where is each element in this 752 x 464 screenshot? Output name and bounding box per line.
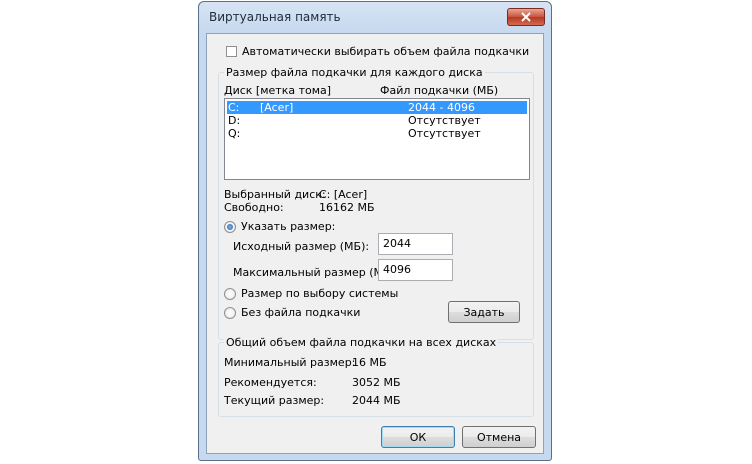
- drive-letter: Q:: [228, 127, 241, 140]
- drive-pagefile-size: 2044 - 4096: [408, 101, 475, 114]
- custom-size-label[interactable]: Указать размер:: [241, 220, 335, 233]
- max-size-label: Максимальный размер (МБ):: [233, 266, 399, 279]
- initial-size-input[interactable]: 2044: [378, 233, 453, 255]
- drive-list[interactable]: C: [Acer] 2044 - 4096 D: Отсутствует Q: …: [224, 98, 530, 180]
- per-drive-group-label: Размер файла подкачки для каждого диска: [224, 66, 485, 79]
- initial-size-label: Исходный размер (МБ):: [233, 240, 370, 253]
- current-size-label: Текущий размер:: [224, 394, 325, 407]
- max-size-input[interactable]: 4096: [378, 259, 453, 281]
- close-button[interactable]: [507, 8, 545, 26]
- min-size-label: Минимальный размер:: [224, 356, 356, 369]
- dialog-client-area: Автоматически выбирать объем файла подка…: [206, 33, 544, 454]
- selected-disk-label: Выбранный диск:: [224, 188, 326, 201]
- auto-manage-checkbox[interactable]: [226, 46, 237, 57]
- free-space-value: 16162 МБ: [319, 201, 375, 214]
- no-paging-file-label[interactable]: Без файла подкачки: [241, 306, 360, 319]
- selected-disk-value: C: [Acer]: [319, 188, 368, 201]
- cancel-button[interactable]: Отмена: [462, 426, 536, 448]
- drive-row-c[interactable]: C: [Acer] 2044 - 4096: [227, 101, 527, 114]
- close-icon: [521, 12, 531, 22]
- drive-letter: C:: [228, 101, 240, 114]
- set-button[interactable]: Задать: [448, 301, 520, 323]
- system-managed-label[interactable]: Размер по выбору системы: [241, 287, 398, 300]
- system-managed-radio[interactable]: [224, 288, 236, 300]
- totals-group: Общий объем файла подкачки на всех диска…: [218, 336, 534, 417]
- recommended-label: Рекомендуется:: [224, 376, 317, 389]
- min-size-value: 16 МБ: [352, 356, 387, 369]
- window-title: Виртуальная память: [209, 10, 341, 24]
- free-space-label: Свободно:: [224, 201, 284, 214]
- drive-row-q[interactable]: Q: Отсутствует: [227, 127, 527, 140]
- drive-row-d[interactable]: D: Отсутствует: [227, 114, 527, 127]
- drive-pagefile-size: Отсутствует: [408, 127, 481, 140]
- virtual-memory-dialog: Виртуальная память Автоматически выбират…: [198, 1, 552, 461]
- column-header-drive: Диск [метка тома]: [224, 84, 332, 97]
- no-paging-file-radio[interactable]: [224, 307, 236, 319]
- totals-group-label: Общий объем файла подкачки на всех диска…: [224, 336, 499, 349]
- per-drive-group: Размер файла подкачки для каждого диска …: [218, 66, 534, 340]
- drive-pagefile-size: Отсутствует: [408, 114, 481, 127]
- current-size-value: 2044 МБ: [352, 394, 401, 407]
- column-header-size: Файл подкачки (МБ): [380, 84, 499, 97]
- custom-size-radio[interactable]: [224, 221, 236, 233]
- drive-letter: D:: [228, 114, 241, 127]
- ok-button[interactable]: ОК: [381, 426, 455, 448]
- drive-volume-label: [Acer]: [260, 101, 294, 114]
- recommended-value: 3052 МБ: [352, 376, 401, 389]
- auto-manage-label[interactable]: Автоматически выбирать объем файла подка…: [242, 45, 529, 58]
